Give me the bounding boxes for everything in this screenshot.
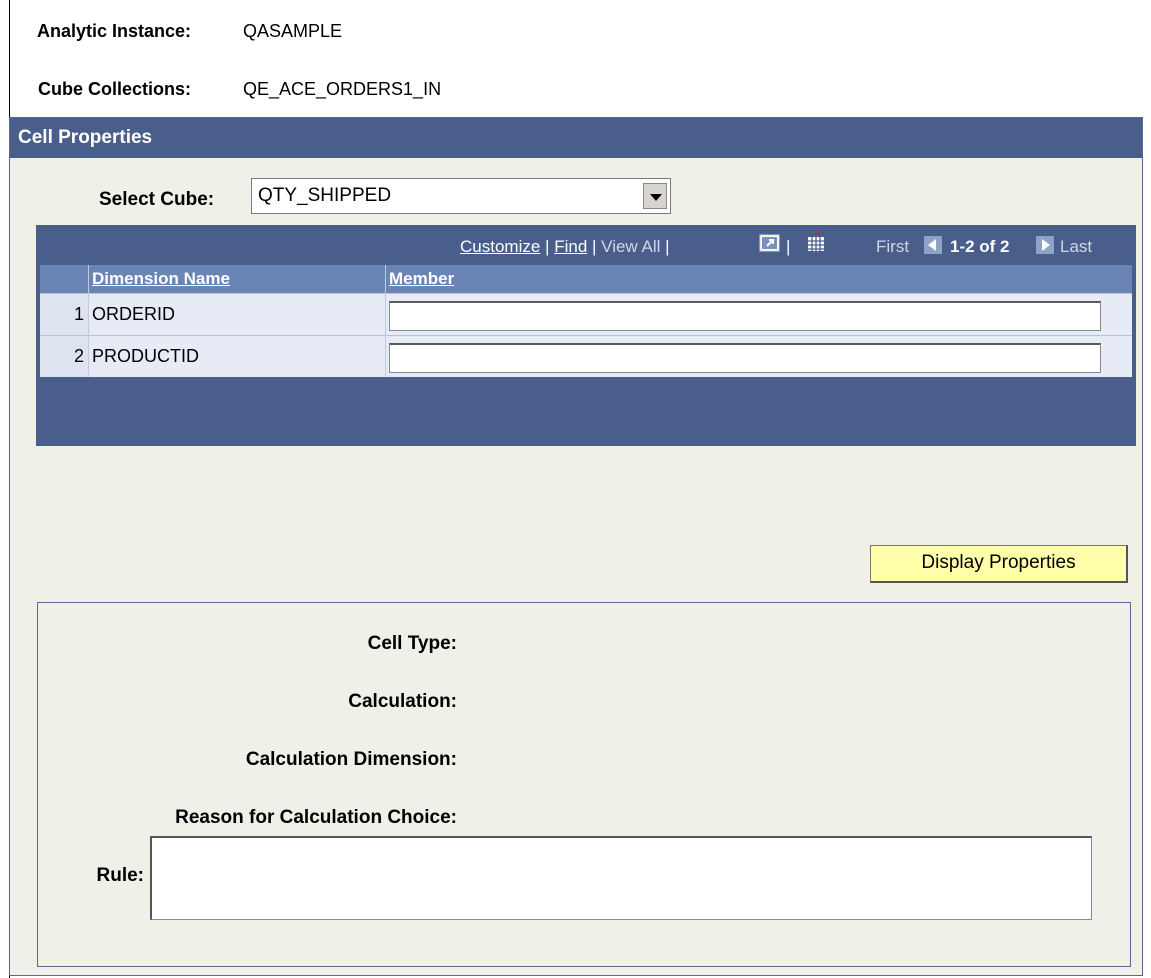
calculation-label: Calculation: xyxy=(348,691,457,712)
grid-navigation: Customize | Find | View All | | First 1-… xyxy=(36,225,1136,265)
view-all-link[interactable]: View All xyxy=(601,237,660,256)
cell-type-label: Cell Type: xyxy=(367,633,457,654)
panel-title: Cell Properties xyxy=(10,118,1142,158)
dimension-grid: Customize | Find | View All | | First 1-… xyxy=(36,225,1136,446)
display-properties-button[interactable]: Display Properties xyxy=(870,545,1128,583)
dimension-name: PRODUCTID xyxy=(92,346,199,366)
column-header-dimension-name[interactable]: Dimension Name xyxy=(92,269,230,289)
column-header-member[interactable]: Member xyxy=(389,269,454,289)
cube-collections-value: QE_ACE_ORDERS1_IN xyxy=(243,79,442,99)
separator: | xyxy=(786,237,791,256)
range-label: 1-2 of 2 xyxy=(950,237,1010,256)
separator: | xyxy=(545,237,550,256)
rule-textarea[interactable] xyxy=(150,836,1092,920)
next-icon[interactable] xyxy=(1036,236,1054,254)
dimension-name: ORDERID xyxy=(92,304,176,324)
row-number: 2 xyxy=(40,336,88,377)
table-row: 2 PRODUCTID xyxy=(40,335,1132,377)
cell-properties-panel: Cell Properties Select Cube: QTY_SHIPPED… xyxy=(9,117,1143,976)
analytic-instance-value: QASAMPLE xyxy=(243,21,343,41)
calculation-dimension-label: Calculation Dimension: xyxy=(245,749,457,770)
row-number: 1 xyxy=(40,294,88,335)
find-link[interactable]: Find xyxy=(554,237,587,256)
member-input[interactable] xyxy=(389,343,1101,373)
member-input[interactable] xyxy=(389,301,1101,331)
column-divider xyxy=(88,265,89,377)
grid-column-header: Dimension Name Member xyxy=(40,265,1132,293)
separator: | xyxy=(592,237,597,256)
select-cube-value: QTY_SHIPPED xyxy=(258,185,392,206)
download-grid-icon[interactable] xyxy=(806,231,826,253)
properties-box: Cell Type: Calculation: Calculation Dime… xyxy=(37,602,1131,967)
select-cube-dropdown[interactable]: QTY_SHIPPED xyxy=(251,178,671,214)
rule-label: Rule: xyxy=(96,865,145,886)
reason-label: Reason for Calculation Choice: xyxy=(175,807,457,828)
first-label: First xyxy=(876,237,910,256)
analytic-instance-label: Analytic Instance: xyxy=(37,21,192,41)
cube-collections-label: Cube Collections: xyxy=(38,79,192,99)
select-cube-label: Select Cube: xyxy=(99,189,215,210)
previous-icon[interactable] xyxy=(924,236,942,254)
customize-link[interactable]: Customize xyxy=(460,237,540,256)
separator: | xyxy=(665,237,670,256)
zoom-icon[interactable] xyxy=(759,233,781,253)
column-divider xyxy=(385,265,386,377)
dropdown-arrow-icon[interactable] xyxy=(643,183,667,209)
table-row: 1 ORDERID xyxy=(40,293,1132,335)
last-label: Last xyxy=(1060,237,1093,256)
